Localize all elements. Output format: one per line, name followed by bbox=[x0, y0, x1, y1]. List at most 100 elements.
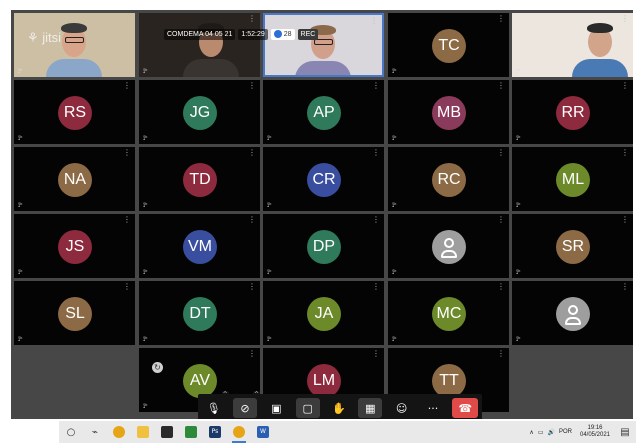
participants-icon[interactable]: ☺ bbox=[390, 398, 414, 418]
xbox-icon[interactable] bbox=[182, 423, 200, 441]
muted-mic-icon: ⟟ᵏ bbox=[516, 135, 521, 142]
participant-tile[interactable]: TC ⋮ ⟟ᵏ bbox=[388, 13, 509, 77]
muted-mic-icon: ⟟ᵏ bbox=[267, 336, 272, 343]
tile-menu-icon[interactable]: ⋮ bbox=[123, 216, 131, 224]
muted-mic-icon: ⟟ᵏ bbox=[392, 269, 397, 276]
participant-initials-avatar: SL bbox=[58, 297, 92, 331]
tile-menu-icon[interactable]: ⋮ bbox=[372, 149, 380, 157]
participant-tile[interactable]: NA ⋮ ⟟ᵏ bbox=[14, 147, 135, 211]
tile-menu-icon[interactable]: ⋮ bbox=[372, 216, 380, 224]
tile-menu-icon[interactable]: ⋮ bbox=[248, 82, 256, 90]
participant-tile[interactable]: SR ⋮ ⟟ᵏ bbox=[512, 214, 633, 278]
file-explorer-icon[interactable] bbox=[134, 423, 152, 441]
participant-tile[interactable]: JS ⋮ ⟟ᵏ bbox=[14, 214, 135, 278]
tile-menu-icon[interactable]: ⋮ bbox=[123, 15, 131, 23]
tile-menu-icon[interactable]: ⋮ bbox=[497, 149, 505, 157]
tile-menu-icon[interactable]: ⋮ bbox=[497, 82, 505, 90]
participant-tile[interactable]: VM ⋮ ⟟ᵏ bbox=[139, 214, 260, 278]
clock-date: 04/05/2021 bbox=[579, 432, 611, 438]
muted-mic-icon: ⟟ᵏ bbox=[143, 135, 148, 142]
room-name: COMDEMA 04 05 21 bbox=[164, 28, 236, 40]
participant-tile[interactable]: CR ⋮ ⟟ᵏ bbox=[263, 147, 384, 211]
default-avatar-icon bbox=[432, 230, 466, 264]
participant-tile[interactable]: MB ⋮ ⟟ᵏ bbox=[388, 80, 509, 144]
camera-off-icon[interactable]: ⊘ ^ bbox=[232, 391, 260, 418]
tile-menu-icon[interactable]: ⋮ bbox=[123, 82, 131, 90]
hang-up-icon[interactable]: ☎ bbox=[452, 398, 479, 418]
tile-menu-icon[interactable]: ⋮ bbox=[123, 149, 131, 157]
tile-menu-icon[interactable]: ⋮ bbox=[370, 17, 378, 25]
tile-menu-icon[interactable]: ⋮ bbox=[621, 82, 629, 90]
participant-count-badge[interactable]: 28 bbox=[270, 28, 295, 40]
tile-menu-icon[interactable]: ⋮ bbox=[621, 15, 629, 23]
participant-initials-avatar: MB bbox=[432, 96, 466, 130]
tile-menu-icon[interactable]: ⋮ bbox=[497, 15, 505, 23]
participant-tile[interactable]: ⋮ ⟟ᵏ bbox=[512, 13, 633, 77]
tile-menu-icon[interactable]: ⋮ bbox=[248, 15, 256, 23]
muted-mic-icon: ⟟ᵏ bbox=[392, 336, 397, 343]
tile-menu-icon[interactable]: ⋮ bbox=[372, 82, 380, 90]
volume-icon[interactable]: 🔊 bbox=[548, 429, 555, 436]
microphone-muted-icon[interactable]: 🎙 ^ bbox=[202, 391, 229, 418]
tile-menu-icon[interactable]: ⋮ bbox=[123, 283, 131, 291]
media-app-icon[interactable] bbox=[158, 423, 176, 441]
screen-share-icon[interactable]: ▣ bbox=[264, 398, 288, 418]
participant-tile[interactable]: DP ⋮ ⟟ᵏ bbox=[263, 214, 384, 278]
tile-menu-icon[interactable]: ⋮ bbox=[621, 283, 629, 291]
cortana-search-icon[interactable]: ○ bbox=[62, 423, 80, 441]
notification-center-icon[interactable]: ▤ bbox=[618, 425, 632, 439]
participants-icon bbox=[273, 30, 282, 38]
chrome-active-icon[interactable] bbox=[230, 423, 248, 443]
tile-menu-icon[interactable]: ⋮ bbox=[621, 149, 629, 157]
participant-tile[interactable]: RC ⋮ ⟟ᵏ bbox=[388, 147, 509, 211]
raise-hand-icon[interactable]: ✋ bbox=[327, 398, 351, 418]
muted-mic-icon: ⟟ᵏ bbox=[516, 202, 521, 209]
chrome-icon[interactable] bbox=[110, 423, 128, 441]
participant-tile[interactable]: RR ⋮ ⟟ᵏ bbox=[512, 80, 633, 144]
tile-menu-icon[interactable]: ⋮ bbox=[497, 283, 505, 291]
word-icon[interactable]: W bbox=[254, 423, 272, 441]
tile-menu-icon[interactable]: ⋮ bbox=[372, 283, 380, 291]
participant-tile[interactable]: TD ⋮ ⟟ᵏ bbox=[139, 147, 260, 211]
muted-mic-icon: ⟟ᵏ bbox=[516, 68, 521, 75]
options-caret-icon[interactable]: ^ bbox=[252, 391, 260, 398]
chat-icon[interactable]: ▢ bbox=[295, 398, 320, 418]
tray-chevron-icon[interactable]: ∧ bbox=[529, 429, 533, 436]
tile-menu-icon[interactable]: ⋮ bbox=[248, 149, 256, 157]
photoshop-icon[interactable]: Ps bbox=[206, 423, 224, 441]
task-view-icon[interactable]: ⌁ bbox=[86, 423, 104, 441]
participant-tile[interactable]: ⋮ ⟟ᵏ bbox=[512, 281, 633, 345]
participant-tile[interactable]: JG ⋮ ⟟ᵏ bbox=[139, 80, 260, 144]
tile-menu-icon[interactable]: ⋮ bbox=[372, 350, 380, 358]
participant-tile[interactable]: ML ⋮ ⟟ᵏ bbox=[512, 147, 633, 211]
more-options-icon[interactable]: ··· bbox=[421, 398, 445, 418]
participant-initials-avatar: TT bbox=[432, 364, 466, 398]
clock[interactable]: 19:16 04/05/2021 bbox=[576, 425, 614, 439]
participant-initials-avatar: RS bbox=[58, 96, 92, 130]
participant-tile[interactable]: ⋮ ⟟ᵏ bbox=[139, 13, 260, 77]
participant-initials-avatar: RR bbox=[556, 96, 590, 130]
participant-tile[interactable]: ⋮ ⟟ᵏ bbox=[263, 13, 384, 77]
default-avatar-icon bbox=[556, 297, 590, 331]
tile-menu-icon[interactable]: ⋮ bbox=[497, 350, 505, 358]
tile-menu-icon[interactable]: ⋮ bbox=[248, 216, 256, 224]
participant-tile[interactable]: AP ⋮ ⟟ᵏ bbox=[263, 80, 384, 144]
participant-tile[interactable]: JA ⋮ ⟟ᵏ bbox=[263, 281, 384, 345]
participant-video bbox=[265, 15, 382, 75]
tile-menu-icon[interactable]: ⋮ bbox=[248, 283, 256, 291]
tile-menu-icon[interactable]: ⋮ bbox=[248, 350, 256, 358]
network-icon[interactable]: ▭ bbox=[538, 429, 544, 436]
participant-tile[interactable]: ⋮ ⟟ᵏ bbox=[388, 214, 509, 278]
tile-menu-icon[interactable]: ⋮ bbox=[497, 216, 505, 224]
muted-mic-icon: ⟟ᵏ bbox=[516, 336, 521, 343]
participant-tile[interactable]: DT ⋮ ⟟ᵏ bbox=[139, 281, 260, 345]
options-caret-icon[interactable]: ^ bbox=[221, 391, 229, 398]
language-indicator[interactable]: POR bbox=[559, 429, 572, 435]
jitsi-logo-mark-icon: ⚘ bbox=[27, 30, 39, 45]
refresh-icon[interactable]: ↻ bbox=[152, 362, 163, 373]
participant-tile[interactable]: SL ⋮ ⟟ᵏ bbox=[14, 281, 135, 345]
participant-tile[interactable]: RS ⋮ ⟟ᵏ bbox=[14, 80, 135, 144]
participant-tile[interactable]: MC ⋮ ⟟ᵏ bbox=[388, 281, 509, 345]
tile-menu-icon[interactable]: ⋮ bbox=[621, 216, 629, 224]
tile-view-icon[interactable]: ▦ bbox=[358, 398, 383, 418]
